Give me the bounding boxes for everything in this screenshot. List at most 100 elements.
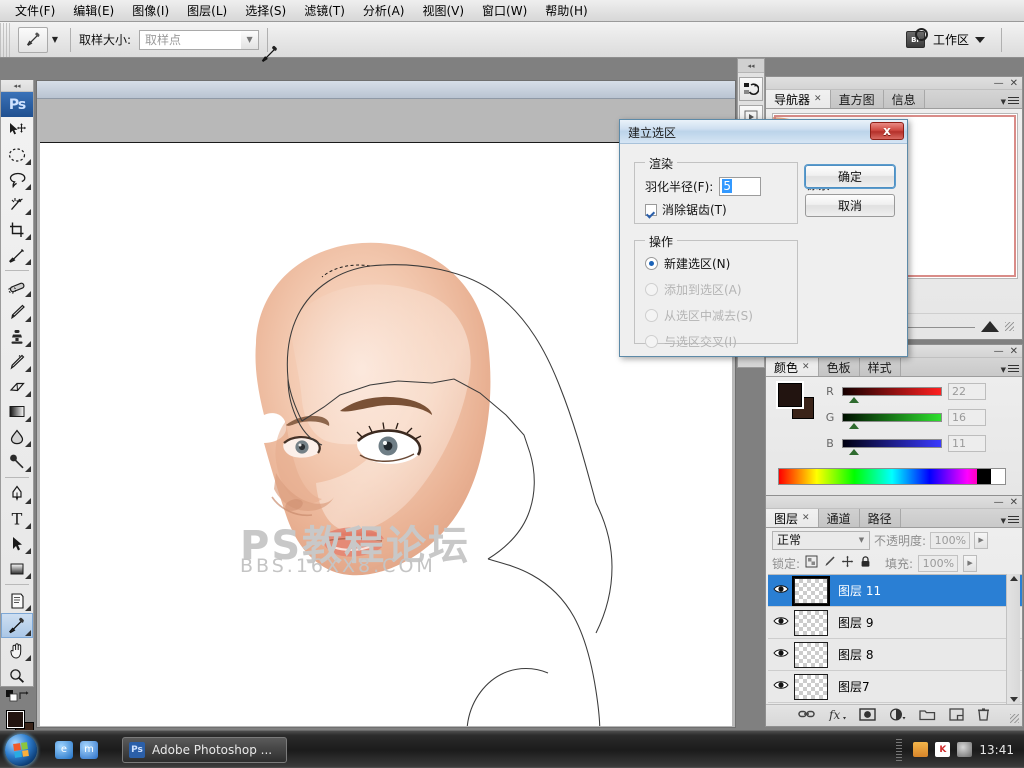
channel-value-g[interactable]: 16 xyxy=(948,409,986,426)
lock-image-icon[interactable] xyxy=(823,555,836,571)
close-icon[interactable]: ✕ xyxy=(1010,346,1018,356)
link-layers-icon[interactable] xyxy=(798,708,815,723)
foreground-color-swatch[interactable] xyxy=(6,710,25,729)
move-tool[interactable] xyxy=(1,117,33,142)
layer-name[interactable]: 图层 8 xyxy=(838,646,873,663)
chevron-down-icon[interactable]: ▼ xyxy=(854,532,869,549)
menu-item-file[interactable]: 文件(F) xyxy=(6,0,64,21)
opacity-value[interactable]: 100% xyxy=(930,531,971,549)
layer-thumbnail[interactable] xyxy=(794,673,828,700)
close-icon[interactable]: ✕ xyxy=(1010,497,1018,507)
cancel-button[interactable]: 取消 xyxy=(805,194,895,217)
navigator-panel-menu[interactable]: ▼ xyxy=(1001,97,1019,106)
path-selection-tool[interactable] xyxy=(1,531,33,556)
channel-value-b[interactable]: 11 xyxy=(948,435,986,452)
fill-stepper-button[interactable]: ▶ xyxy=(963,554,978,572)
clock[interactable]: 13:41 xyxy=(979,743,1014,757)
color-spectrum-ramp[interactable] xyxy=(778,468,1006,485)
table-row[interactable]: 图层 8 xyxy=(768,639,1022,671)
tab-paths[interactable]: 路径 xyxy=(859,509,901,527)
eyedropper-icon[interactable] xyxy=(18,26,48,53)
close-icon[interactable]: ✕ xyxy=(802,362,810,372)
layer-name[interactable]: 图层 9 xyxy=(838,614,873,631)
close-icon[interactable]: x xyxy=(870,122,904,140)
elliptical-marquee-tool[interactable] xyxy=(1,142,33,167)
package-icon[interactable] xyxy=(913,742,929,757)
spectrum-white-swatch[interactable] xyxy=(991,469,1005,484)
layer-name[interactable]: 图层 11 xyxy=(838,582,881,599)
scroll-up-icon[interactable] xyxy=(1009,576,1018,581)
adjustment-layer-icon[interactable] xyxy=(889,707,906,724)
new-layer-icon[interactable] xyxy=(949,707,964,724)
slice-tool[interactable] xyxy=(1,242,33,267)
table-row[interactable]: 图层 9 xyxy=(768,607,1022,639)
ok-button[interactable]: 确定 xyxy=(805,165,895,188)
workspace-button[interactable]: 工作区 xyxy=(925,28,993,51)
brush-tool[interactable] xyxy=(1,299,33,324)
dialog-title-bar[interactable]: 建立选区 x xyxy=(620,120,907,144)
menu-item-image[interactable]: 图像(I) xyxy=(123,0,178,21)
healing-brush-tool[interactable] xyxy=(1,274,33,299)
sample-size-select[interactable]: 取样点 ▼ xyxy=(139,29,260,50)
menu-item-help[interactable]: 帮助(H) xyxy=(536,0,596,21)
menu-item-layer[interactable]: 图层(L) xyxy=(178,0,236,21)
ie-icon[interactable]: e xyxy=(55,740,73,759)
clone-stamp-tool[interactable] xyxy=(1,324,33,349)
layer-style-fx-icon[interactable]: fx xyxy=(828,708,846,724)
tab-styles[interactable]: 样式 xyxy=(859,358,901,376)
add-mask-icon[interactable] xyxy=(859,707,876,724)
layer-thumbnail[interactable] xyxy=(794,577,828,604)
lock-all-icon[interactable] xyxy=(859,555,872,571)
layer-visibility-eye-icon[interactable] xyxy=(768,583,794,598)
lock-position-icon[interactable] xyxy=(841,555,854,571)
operation-new-selection[interactable]: 新建选区(N) xyxy=(645,255,797,272)
b-slider-thumb[interactable] xyxy=(849,449,859,455)
resize-grip-icon[interactable] xyxy=(1005,322,1014,331)
minimize-icon[interactable]: — xyxy=(994,497,1004,507)
zoom-tool[interactable] xyxy=(1,663,33,688)
eraser-tool[interactable] xyxy=(1,374,33,399)
notes-tool[interactable] xyxy=(1,588,33,613)
chevron-down-icon[interactable]: ▼ xyxy=(241,30,259,49)
menu-item-analysis[interactable]: 分析(A) xyxy=(354,0,414,21)
lock-transparent-icon[interactable] xyxy=(805,555,818,571)
g-slider-thumb[interactable] xyxy=(849,423,859,429)
toolbox-collapse-handle[interactable]: ◂◂ xyxy=(1,80,33,92)
tray-grip-icon[interactable] xyxy=(896,738,903,761)
maxthon-icon[interactable]: m xyxy=(80,740,98,759)
options-bar-grip[interactable] xyxy=(0,22,11,57)
minimize-icon[interactable]: — xyxy=(994,78,1004,88)
tab-color[interactable]: 颜色 ✕ xyxy=(766,358,819,376)
color-panel-menu[interactable]: ▼ xyxy=(1001,365,1019,374)
history-brush-tool[interactable] xyxy=(1,349,33,374)
close-icon[interactable]: ✕ xyxy=(814,94,822,104)
antialias-row[interactable]: 消除锯齿(T) xyxy=(645,201,727,218)
history-panel-icon[interactable] xyxy=(739,77,763,101)
table-row[interactable]: 图层7 xyxy=(768,671,1022,703)
layers-panel-menu[interactable]: ▼ xyxy=(1001,516,1019,525)
lasso-tool[interactable] xyxy=(1,167,33,192)
layers-scrollbar[interactable] xyxy=(1006,574,1020,704)
default-colors-icon[interactable] xyxy=(6,689,18,705)
new-group-icon[interactable] xyxy=(919,708,936,724)
zoom-in-icon[interactable] xyxy=(981,321,999,332)
blend-mode-select[interactable]: 正常 ▼ xyxy=(772,530,870,550)
pen-tool[interactable] xyxy=(1,481,33,506)
close-icon[interactable]: ✕ xyxy=(802,513,810,523)
crop-tool[interactable] xyxy=(1,217,33,242)
blur-tool[interactable] xyxy=(1,424,33,449)
layer-name[interactable]: 图层7 xyxy=(838,678,870,695)
tab-histogram[interactable]: 直方图 xyxy=(830,90,884,108)
tab-layers[interactable]: 图层 ✕ xyxy=(766,509,819,527)
menu-item-filter[interactable]: 滤镜(T) xyxy=(295,0,354,21)
feather-radius-input[interactable]: 5 xyxy=(719,177,762,196)
volume-icon[interactable] xyxy=(957,742,973,757)
hand-tool[interactable] xyxy=(1,638,33,663)
tab-swatches[interactable]: 色板 xyxy=(818,358,860,376)
document-title-bar[interactable] xyxy=(37,81,735,99)
tool-preset-caret-icon[interactable]: ▼ xyxy=(48,27,62,53)
layer-visibility-eye-icon[interactable] xyxy=(768,647,794,662)
magic-wand-tool[interactable] xyxy=(1,192,33,217)
table-row[interactable]: 图层 11 xyxy=(768,575,1022,607)
taskbar-button-photoshop[interactable]: Ps Adobe Photoshop ... xyxy=(122,736,288,763)
